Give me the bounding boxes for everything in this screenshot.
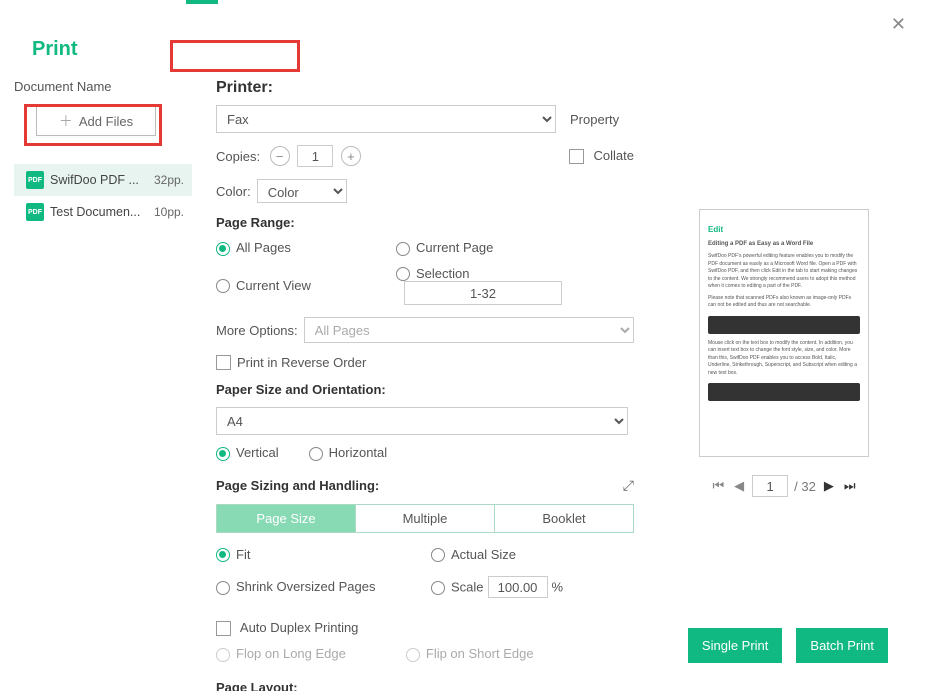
long-edge-label: Flop on Long Edge bbox=[236, 646, 346, 661]
add-files-button[interactable]: ＋ Add Files bbox=[36, 106, 156, 136]
preview-panel: Edit Editing a PDF as Easy as a Word Fil… bbox=[644, 79, 898, 691]
first-page-icon[interactable]: ⏮ bbox=[710, 478, 726, 494]
preview-sub: Editing a PDF as Easy as a Word File bbox=[708, 240, 860, 249]
preview-body-text: SwifDoo PDF's powerful editing feature e… bbox=[708, 253, 860, 291]
preview-nav: ⏮ ◀ / 32 ▶ ⏭ bbox=[670, 475, 898, 497]
settings-panel: Printer: Fax Property Copies: − + Collat… bbox=[192, 79, 644, 691]
scale-radio[interactable] bbox=[431, 581, 445, 595]
handling-icon[interactable]: ⤢ bbox=[623, 477, 634, 494]
percent-label: % bbox=[552, 580, 564, 595]
horizontal-label: Horizontal bbox=[329, 445, 388, 460]
collate-label: Collate bbox=[594, 148, 634, 163]
print-dialog: ✕ Print Document Name ＋ Add Files PDF Sw… bbox=[0, 0, 926, 689]
tab-page-size[interactable]: Page Size bbox=[217, 505, 356, 532]
color-label: Color: bbox=[216, 184, 251, 199]
selection-label: Selection bbox=[416, 266, 469, 281]
reverse-checkbox[interactable] bbox=[216, 355, 231, 370]
long-edge-radio bbox=[216, 648, 230, 662]
selection-range-input[interactable] bbox=[404, 281, 562, 305]
horizontal-radio[interactable] bbox=[309, 447, 323, 461]
pdf-icon: PDF bbox=[26, 203, 44, 221]
copies-label: Copies: bbox=[216, 149, 260, 164]
preview-page: Edit Editing a PDF as Easy as a Word Fil… bbox=[699, 209, 869, 457]
short-edge-label: Flip on Short Edge bbox=[426, 646, 534, 661]
preview-body-text: Please note that scanned PDFs also known… bbox=[708, 295, 860, 310]
file-list: PDF SwifDoo PDF ... 32pp. PDF Test Docum… bbox=[14, 164, 192, 228]
dialog-title: Print bbox=[14, 14, 898, 61]
copies-plus-button[interactable]: + bbox=[341, 146, 361, 166]
reverse-label: Print in Reverse Order bbox=[237, 355, 366, 370]
sizing-header: Page Sizing and Handling: bbox=[216, 478, 379, 493]
top-accent bbox=[186, 0, 218, 4]
sizing-tabs: Page Size Multiple Booklet bbox=[216, 504, 634, 533]
more-options-label: More Options: bbox=[216, 323, 298, 338]
close-icon[interactable]: ✕ bbox=[891, 14, 906, 35]
pdf-icon: PDF bbox=[26, 171, 44, 189]
plus-icon: ＋ bbox=[59, 111, 73, 131]
layout-header: Page Layout: bbox=[216, 680, 634, 691]
next-page-icon[interactable]: ▶ bbox=[822, 478, 836, 494]
current-view-radio[interactable] bbox=[216, 279, 230, 293]
page-number-input[interactable] bbox=[752, 475, 788, 497]
tab-booklet[interactable]: Booklet bbox=[495, 505, 633, 532]
single-print-button[interactable]: Single Print bbox=[688, 628, 782, 663]
current-page-radio[interactable] bbox=[396, 242, 410, 256]
left-panel: Document Name ＋ Add Files PDF SwifDoo PD… bbox=[14, 79, 192, 691]
current-page-label: Current Page bbox=[416, 240, 493, 255]
file-pages: 10pp. bbox=[154, 205, 184, 219]
actual-size-label: Actual Size bbox=[451, 547, 516, 562]
duplex-checkbox[interactable] bbox=[216, 621, 231, 636]
file-name: Test Documen... bbox=[50, 205, 154, 219]
page-total-label: / 32 bbox=[794, 479, 816, 494]
color-select[interactable]: Color bbox=[257, 179, 347, 203]
printer-property-link[interactable]: Property bbox=[570, 112, 619, 127]
preview-heading: Edit bbox=[708, 224, 860, 236]
scale-input[interactable] bbox=[488, 576, 548, 598]
fit-radio[interactable] bbox=[216, 548, 230, 562]
file-pages: 32pp. bbox=[154, 173, 184, 187]
current-view-label: Current View bbox=[236, 278, 311, 293]
preview-toolbar-image bbox=[708, 316, 860, 334]
copies-input[interactable] bbox=[297, 145, 333, 167]
file-row[interactable]: PDF Test Documen... 10pp. bbox=[14, 196, 192, 228]
shrink-label: Shrink Oversized Pages bbox=[236, 579, 375, 594]
prev-page-icon[interactable]: ◀ bbox=[732, 478, 746, 494]
more-options-select[interactable]: All Pages bbox=[304, 317, 634, 343]
scale-label: Scale bbox=[451, 580, 484, 595]
printer-select[interactable]: Fax bbox=[216, 105, 556, 133]
page-range-header: Page Range: bbox=[216, 215, 634, 230]
doc-name-label: Document Name bbox=[14, 79, 192, 94]
collate-checkbox[interactable] bbox=[569, 149, 584, 164]
file-name: SwifDoo PDF ... bbox=[50, 173, 154, 187]
printer-label: Printer: bbox=[216, 79, 628, 97]
duplex-label: Auto Duplex Printing bbox=[240, 620, 359, 635]
paper-header: Paper Size and Orientation: bbox=[216, 382, 634, 397]
add-files-label: Add Files bbox=[79, 114, 133, 129]
paper-size-select[interactable]: A4 bbox=[216, 407, 628, 435]
vertical-radio[interactable] bbox=[216, 447, 230, 461]
fit-label: Fit bbox=[236, 547, 250, 562]
last-page-icon[interactable]: ⏭ bbox=[842, 478, 858, 494]
short-edge-radio bbox=[406, 648, 420, 662]
selection-radio[interactable] bbox=[396, 267, 410, 281]
preview-toolbar-image bbox=[708, 383, 860, 401]
copies-minus-button[interactable]: − bbox=[270, 146, 290, 166]
all-pages-radio[interactable] bbox=[216, 242, 230, 256]
tab-multiple[interactable]: Multiple bbox=[356, 505, 495, 532]
file-row[interactable]: PDF SwifDoo PDF ... 32pp. bbox=[14, 164, 192, 196]
preview-body-text: Mouse click on the text box to modify th… bbox=[708, 340, 860, 378]
batch-print-button[interactable]: Batch Print bbox=[796, 628, 888, 663]
actual-size-radio[interactable] bbox=[431, 548, 445, 562]
vertical-label: Vertical bbox=[236, 445, 279, 460]
shrink-radio[interactable] bbox=[216, 581, 230, 595]
all-pages-label: All Pages bbox=[236, 240, 291, 255]
